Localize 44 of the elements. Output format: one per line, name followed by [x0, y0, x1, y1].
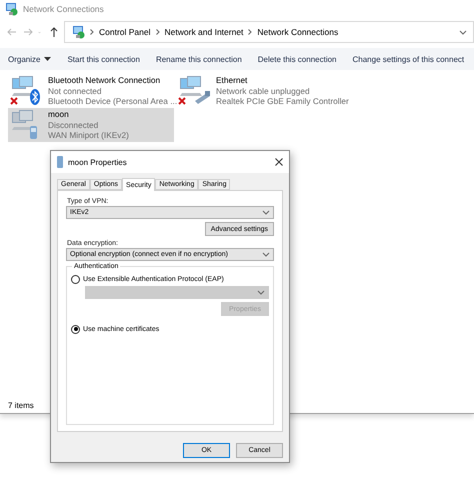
window-title: Network Connections	[23, 4, 104, 14]
connection-device: Realtek PCIe GbE Family Controller	[216, 96, 349, 106]
connection-item[interactable]: Ethernet Network cable unplugged Realtek PCIe GbE Family Controller	[176, 74, 466, 108]
chevron-down-icon	[262, 210, 270, 215]
up-arrow-icon[interactable]	[48, 26, 60, 38]
network-icon	[4, 2, 18, 16]
address-bar[interactable]: Control Panel Network and Internet Network Connections	[64, 21, 474, 43]
phone-icon	[30, 126, 37, 139]
connection-name: Bluetooth Network Connection	[48, 75, 162, 86]
toolbar-button[interactable]: Start this connection	[59, 48, 148, 70]
dialog-title: moon Properties	[68, 158, 128, 166]
computers-icon	[12, 76, 34, 96]
item-count: 7 items	[8, 400, 34, 410]
chevron-down-icon	[257, 290, 265, 295]
breadcrumb-item[interactable]: Network and Internet	[164, 27, 244, 37]
cable-icon	[195, 91, 210, 104]
close-button[interactable]	[275, 158, 283, 166]
chevron-right-icon	[90, 29, 94, 35]
eap-dropdown[interactable]	[85, 286, 269, 299]
toolbar-button[interactable]: Change settings of this connect	[344, 48, 472, 70]
chevron-down-icon	[459, 30, 467, 34]
back-icon[interactable]	[6, 26, 18, 38]
vpn-icon	[57, 156, 63, 168]
connection-status: Network cable unplugged	[216, 86, 311, 96]
breadcrumb-item[interactable]: Network Connections	[257, 27, 338, 37]
chevron-down-icon	[262, 252, 270, 257]
chevron-right-icon	[248, 29, 252, 35]
organize-menu[interactable]: Organize	[0, 48, 60, 70]
caret-icon	[44, 57, 52, 61]
forward-icon[interactable]	[22, 26, 34, 38]
computers-icon	[180, 76, 202, 96]
computers-icon	[12, 110, 34, 130]
connection-name: Ethernet	[216, 75, 248, 86]
chevron-right-icon	[156, 29, 160, 35]
breadcrumb-item[interactable]: Control Panel	[99, 27, 151, 37]
connection-device: WAN Miniport (IKEv2)	[48, 130, 129, 140]
connection-item[interactable]: moon Disconnected WAN Miniport (IKEv2)	[8, 108, 174, 142]
connection-status: Disconnected	[48, 120, 100, 130]
connection-status: Not connected	[48, 86, 103, 96]
toolbar-button[interactable]: Rename this connection	[148, 48, 250, 70]
bluetooth-icon	[30, 89, 40, 105]
connection-name: moon	[48, 109, 70, 120]
network-icon	[71, 25, 85, 39]
toolbar-button[interactable]: Delete this connection	[250, 48, 344, 70]
